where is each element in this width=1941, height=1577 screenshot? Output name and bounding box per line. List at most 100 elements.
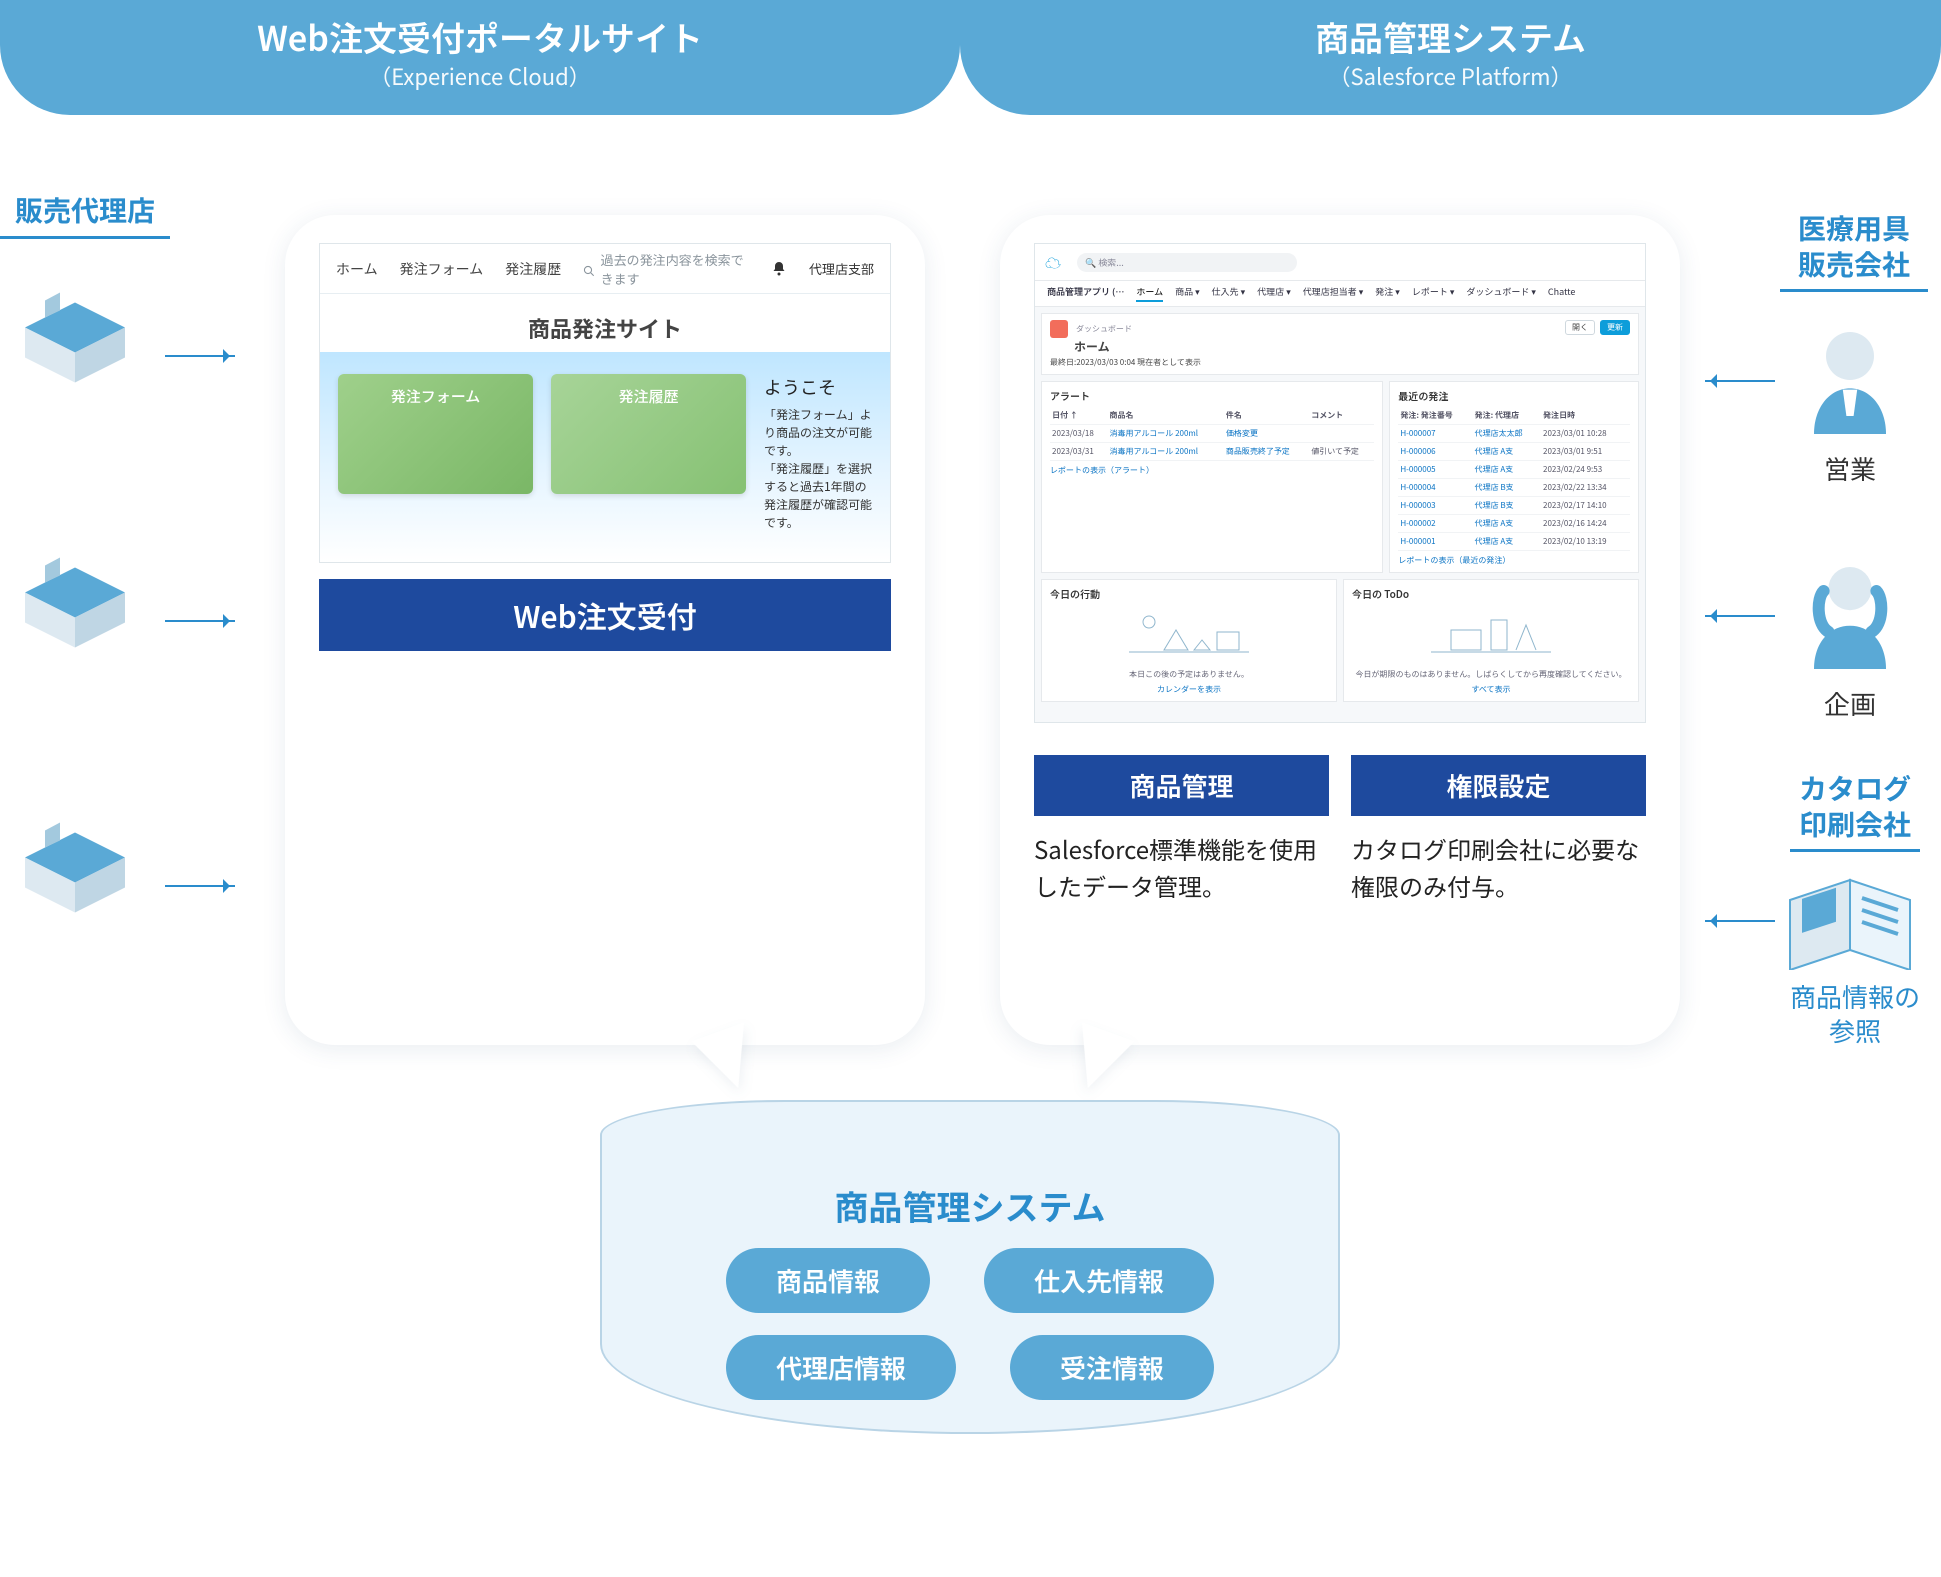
card-order-form[interactable]: 発注フォーム: [338, 374, 533, 494]
sf-btn-open[interactable]: 開く: [1565, 320, 1595, 335]
sf-dash-meta: 最終日:2023/03/03 0:04 現在者として表示: [1050, 357, 1201, 368]
sf-tab-bar: 商品管理アプリ (… ホーム 商品 ▾ 仕入先 ▾ 代理店 ▾ 代理店担当者 ▾…: [1035, 281, 1645, 307]
sf-search[interactable]: 🔍 検索...: [1077, 253, 1297, 272]
label-dealer: 販売代理店: [0, 190, 170, 239]
sf-dash-label: ダッシュボード: [1076, 323, 1132, 334]
sf-events-title: 今日の行動: [1050, 586, 1328, 601]
header-left-sub: （Experience Cloud）: [369, 60, 590, 92]
bell-icon[interactable]: [771, 261, 787, 277]
portal-search[interactable]: 過去の発注内容を検索できます: [583, 250, 749, 288]
desc-permission: カタログ印刷会社に必要な権限のみ付与。: [1351, 830, 1646, 904]
portal-user[interactable]: 代理店支部: [809, 259, 874, 278]
sf-todo-link[interactable]: すべて表示: [1352, 684, 1630, 695]
band-product-mgmt: 商品管理: [1034, 755, 1329, 816]
sf-recent-table: 発注: 発注番号発注: 代理店発注日時 H-000007代理店太太郎2023/0…: [1398, 407, 1630, 551]
portal-mock: ホーム 発注フォーム 発注履歴 過去の発注内容を検索できます 代理店支部 商品発…: [319, 243, 891, 563]
salesforce-mock: ☁ 🔍 検索... 商品管理アプリ (… ホーム 商品 ▾ 仕入先 ▾ 代理店 …: [1034, 243, 1646, 723]
illustration-camping-icon: [1050, 605, 1328, 665]
sf-app-name: 商品管理アプリ (…: [1047, 285, 1124, 302]
portal-nav-home[interactable]: ホーム: [336, 259, 378, 279]
sf-tab-products[interactable]: 商品 ▾: [1175, 285, 1200, 302]
arrow-dealer-3: [165, 885, 235, 887]
header-left: Web注文受付ポータルサイト （Experience Cloud）: [0, 0, 960, 115]
sf-todo-title: 今日の ToDo: [1352, 586, 1630, 601]
band-web-order: Web注文受付: [319, 579, 891, 651]
portal-search-placeholder: 過去の発注内容を検索できます: [601, 250, 749, 288]
band-permission: 権限設定: [1351, 755, 1646, 816]
sf-dashboard-header: 開く 更新 ダッシュボード ホーム 最終日:2023/03/03 0:04 現在…: [1041, 313, 1639, 375]
table-row[interactable]: H-000007代理店太太郎2023/03/01 10:28: [1398, 425, 1630, 443]
sf-events-link[interactable]: カレンダーを表示: [1050, 684, 1328, 695]
person-planning-icon: [1790, 555, 1910, 675]
sub-sales: 営業: [1800, 450, 1900, 487]
dashboard-icon: [1050, 320, 1068, 338]
table-row[interactable]: H-000005代理店 A支2023/02/24 9:53: [1398, 461, 1630, 479]
catalog-icon: [1780, 870, 1920, 970]
sf-tab-home[interactable]: ホーム: [1136, 285, 1163, 302]
header-right: 商品管理システム （Salesforce Platform）: [960, 0, 1941, 115]
card-order-history[interactable]: 発注履歴: [551, 374, 746, 494]
sf-panel-alerts: アラート 日付 ↑ 商品名 件名 コメント 2023/03/18消毒用アルコール…: [1041, 381, 1383, 573]
header-right-title: 商品管理システム: [1315, 17, 1586, 58]
sf-todo-empty: 今日が期限のものはありません。しばらくしてから再度確認してください。: [1352, 669, 1630, 680]
bubble-portal: ホーム 発注フォーム 発注履歴 過去の発注内容を検索できます 代理店支部 商品発…: [285, 215, 925, 1045]
sub-catalog: 商品情報の 参照: [1770, 980, 1940, 1048]
table-row[interactable]: H-000001代理店 A支2023/02/10 13:19: [1398, 533, 1630, 551]
table-row[interactable]: H-000003代理店 B支2023/02/17 14:10: [1398, 497, 1630, 515]
label-catalog-printer: カタログ 印刷会社: [1790, 770, 1920, 852]
desc-product-mgmt: Salesforce標準機能を使用したデータ管理。: [1034, 830, 1329, 904]
portal-nav-order-form[interactable]: 発注フォーム: [400, 259, 484, 279]
portal-nav-order-history[interactable]: 発注履歴: [505, 259, 561, 279]
sf-tab-dashboards[interactable]: ダッシュボード ▾: [1466, 285, 1536, 302]
header-right-sub: （Salesforce Platform）: [1329, 60, 1573, 92]
table-row[interactable]: H-000006代理店 A支2023/03/01 9:51: [1398, 443, 1630, 461]
table-row[interactable]: 2023/03/18消毒用アルコール 200ml価格変更: [1050, 425, 1374, 443]
sf-recent-title: 最近の発注: [1398, 388, 1630, 403]
store-icon: [15, 545, 135, 650]
sf-panel-events: 今日の行動 本日この後の予定はありません。 カレンダーを表示: [1041, 579, 1337, 702]
chip-dealer-info: 代理店情報: [726, 1335, 956, 1400]
sf-panel-recent: 最近の発注 発注: 発注番号発注: 代理店発注日時 H-000007代理店太太郎…: [1389, 381, 1639, 573]
arrow-catalog: [1705, 920, 1775, 922]
sf-panel-todo: 今日の ToDo 今日が期限のものはありません。しばらくしてから再度確認してくだ…: [1343, 579, 1639, 702]
sf-tab-suppliers[interactable]: 仕入先 ▾: [1212, 285, 1246, 302]
chip-order-info: 受注情報: [1010, 1335, 1214, 1400]
table-row[interactable]: 2023/03/31消毒用アルコール 200ml商品販売終了予定値引いて予定: [1050, 443, 1374, 461]
store-icon: [15, 810, 135, 915]
sf-alert-table: 日付 ↑ 商品名 件名 コメント 2023/03/18消毒用アルコール 200m…: [1050, 407, 1374, 461]
sf-alert-foot[interactable]: レポートの表示（アラート）: [1050, 465, 1374, 476]
arrow-planning: [1705, 615, 1775, 617]
store-icon: [15, 280, 135, 385]
sf-btn-refresh[interactable]: 更新: [1600, 320, 1630, 335]
welcome-text: 「発注フォーム」より商品の注文が可能です。 「発注履歴」を選択すると過去1年間の…: [764, 406, 872, 532]
chip-product-info: 商品情報: [726, 1248, 930, 1313]
bubble-management: ☁ 🔍 検索... 商品管理アプリ (… ホーム 商品 ▾ 仕入先 ▾ 代理店 …: [1000, 215, 1680, 1045]
sub-planning: 企画: [1800, 685, 1900, 722]
chip-supplier-info: 仕入先情報: [984, 1248, 1214, 1313]
sf-dash-title: ホーム: [1074, 338, 1110, 355]
sf-tab-dealer-contacts[interactable]: 代理店担当者 ▾: [1303, 285, 1364, 302]
database-cylinder: 商品管理システム 商品情報 仕入先情報 代理店情報 受注情報: [600, 1100, 1340, 1434]
welcome-heading: ようこそ: [764, 374, 872, 400]
portal-title: 商品発注サイト: [320, 294, 890, 352]
sf-events-empty: 本日この後の予定はありません。: [1050, 669, 1328, 680]
sf-alert-title: アラート: [1050, 388, 1374, 403]
header-left-title: Web注文受付ポータルサイト: [257, 17, 703, 58]
person-sales-icon: [1790, 320, 1910, 440]
sf-tab-chatter[interactable]: Chatte: [1548, 285, 1576, 302]
sf-tab-orders[interactable]: 発注 ▾: [1375, 285, 1400, 302]
table-row[interactable]: H-000004代理店 B支2023/02/22 13:34: [1398, 479, 1630, 497]
arrow-dealer-1: [165, 355, 235, 357]
label-medical-sales: 医療用具 販売会社: [1780, 210, 1928, 292]
arrow-sales: [1705, 380, 1775, 382]
search-icon: [583, 262, 594, 276]
illustration-empty-icon: [1352, 605, 1630, 665]
portal-welcome: ようこそ 「発注フォーム」より商品の注文が可能です。 「発注履歴」を選択すると過…: [764, 374, 872, 532]
sf-tab-reports[interactable]: レポート ▾: [1412, 285, 1455, 302]
arrow-dealer-2: [165, 620, 235, 622]
table-row[interactable]: H-000002代理店 A支2023/02/16 14:24: [1398, 515, 1630, 533]
db-title: 商品管理システム: [646, 1181, 1294, 1230]
sf-tab-dealers[interactable]: 代理店 ▾: [1257, 285, 1291, 302]
salesforce-cloud-icon: ☁: [1045, 250, 1061, 274]
sf-recent-foot[interactable]: レポートの表示（最近の発注）: [1398, 555, 1630, 566]
